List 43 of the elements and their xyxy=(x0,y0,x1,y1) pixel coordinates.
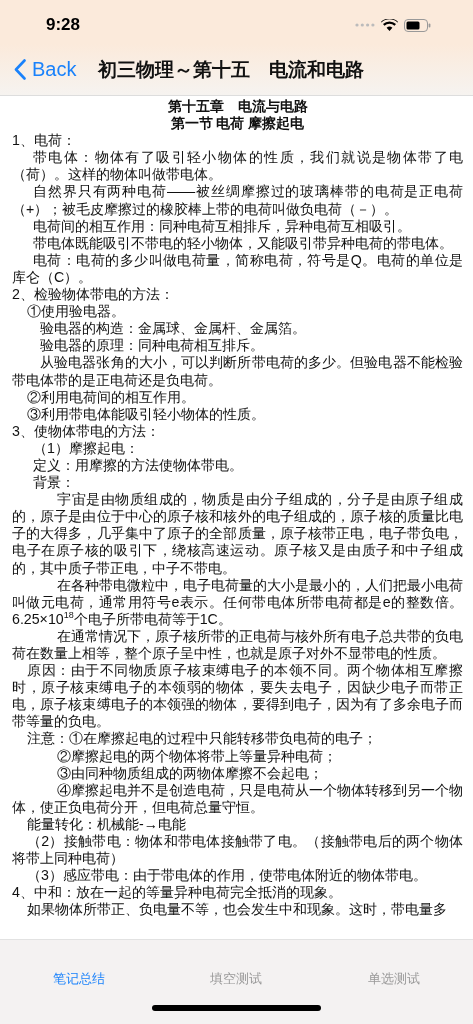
paragraph: 电荷：电荷的多少叫做电荷量，简称电荷，符号是Q。电荷的单位是库仑（C）。 xyxy=(12,251,463,287)
tab[interactable]: 笔记总结 xyxy=(44,966,113,992)
tab[interactable]: 单选测试 xyxy=(360,966,429,992)
home-indicator[interactable] xyxy=(152,1005,321,1011)
back-chevron-icon xyxy=(14,59,26,80)
back-button[interactable]: Back xyxy=(14,58,77,81)
paragraph: 带电体既能吸引不带电的轻小物体，又能吸引带异种电荷的带电体。 xyxy=(32,234,454,252)
page-title: 初三物理～第十五 电流和电路 xyxy=(98,57,365,82)
paragraph: 电荷间的相互作用：同种电荷互相排斥，异种电荷互相吸引。 xyxy=(32,217,412,235)
status-time: 9:28 xyxy=(46,15,81,35)
paragraph: 如果物体所带正、负电量不等，也会发生中和现象。这时，带电量多 xyxy=(26,901,448,919)
paragraph: 在通常情况下，原子核所带的正电荷与核外所有电子总共带的负电荷在数量上相等，整个原子呈中性，也就是原子对外不显带电的性质。 xyxy=(12,627,463,663)
paragraph: ③由同种物质组成的两物体摩擦不会起电； xyxy=(56,764,324,782)
paragraph: ④摩擦起电并不是创造电荷，只是电荷从一个物体转移到另一个物体，使正负电荷分开，但电荷总量守恒。 xyxy=(12,781,463,816)
paragraph: 在各种带电微粒中，电子电荷量的大小是最小的，人们把最小电荷叫做元电荷，通常用符号e表示。任何带电体所带电荷都是e的整数倍。6.25×10$^{18}$个电子所带电荷等于1C。 xyxy=(12,576,463,628)
paragraph: 注意：①在摩擦起电的过程中只能转移带负电荷的电子； xyxy=(26,730,378,748)
section-heading: 3、使物体带电的方法： xyxy=(12,422,161,440)
paragraph: ①使用验电器。 xyxy=(26,303,126,321)
paragraph: 带电体：物体有了吸引轻小物体的性质，我们就说是物体带了电（荷）。这样的物体叫做带电体。 xyxy=(12,149,463,184)
paragraph: ②利用电荷间的相互作用。 xyxy=(26,388,196,406)
chapter-title: 第十五章 电流与电路 xyxy=(166,98,309,116)
tab[interactable]: 填空测试 xyxy=(202,966,271,992)
section-heading: 2、检验物体带电的方法： xyxy=(12,286,175,304)
paragraph: 验电器的原理：同种电荷相互排斥。 xyxy=(39,337,265,355)
paragraph: 验电器的构造：金属球、金属杆、金属箔。 xyxy=(39,320,307,338)
paragraph: 自然界只有两种电荷——被丝绸摩擦过的玻璃棒带的电荷是正电荷（+）；被毛皮摩擦过的橡胶棒上带的电荷叫做负电荷（－）。 xyxy=(12,183,463,218)
signal-icon xyxy=(355,23,375,27)
paragraph: 背景： xyxy=(32,474,76,492)
paragraph: ②摩擦起电的两个物体将带上等量异种电荷； xyxy=(56,747,338,765)
paragraph: 定义：用摩擦的方法使物体带电。 xyxy=(32,456,244,475)
paragraph: 原因：由于不同物质原子核束缚电子的本领不同。两个物体相互摩擦时，原子核束缚电子的本领弱的物体，要失去电子，因缺少电子而带正电，原子核束缚电子的本领强的物体，要得到电子，因为有了多余电子而带等量的负电。 xyxy=(12,662,463,731)
paragraph: （3）感应带电：由于带电体的作用，使带电体附近的物体带电。 xyxy=(26,867,428,885)
paragraph: 能量转化：机械能-→电能 xyxy=(26,815,187,834)
paragraph: 从验电器张角的大小，可以判断所带电荷的多少。但验电器不能检验带电体带的是正电荷还是负电荷。 xyxy=(12,354,463,389)
battery-icon xyxy=(404,18,431,32)
wifi-icon xyxy=(381,19,398,31)
paragraph: 宇宙是由物质组成的，物质是由分子组成的，分子是由原子组成的，原子是由位于中心的原子核和核外的电子组成的，原子核的质量比电子的大得多，几乎集中了原子的全部质量，原子核带正电，电子带负电，电子在原子核的吸引下，绕核高速运动。原子核又是由质子和中子组成的，其中质子带正电，中子不带电。 xyxy=(12,491,463,577)
paragraph: （2）接触带电：物体和带电体接触带了电。（接触带电后的两个物体将带上同种电荷） xyxy=(12,833,463,868)
section-title: 第一节 电荷 摩擦起电 xyxy=(169,115,306,133)
section-heading: 1、电荷： xyxy=(12,132,77,150)
paragraph: （1）摩擦起电： xyxy=(32,439,140,457)
section-heading: 4、中和：放在一起的等量异种电荷完全抵消的现象。 xyxy=(12,884,343,902)
paragraph: ③利用带电体能吸引轻小物体的性质。 xyxy=(26,405,266,423)
